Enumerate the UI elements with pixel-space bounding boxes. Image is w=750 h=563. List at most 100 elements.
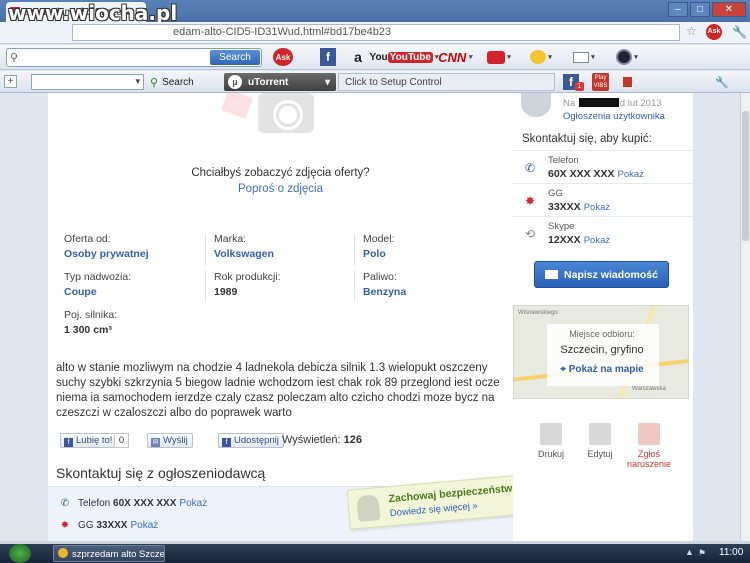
youtube-icon[interactable]: You YouTube ▾ — [370, 48, 438, 66]
weather-icon[interactable]: ▾ — [528, 48, 554, 66]
wrench-icon[interactable]: 🔧 — [715, 76, 729, 89]
minimize-icon[interactable]: – — [668, 2, 688, 17]
utorrent-menu[interactable]: µ uTorrent ▾ — [224, 73, 336, 91]
user-ads-link[interactable]: Ogłoszenia użytkownika — [563, 111, 665, 122]
photo-question: Chciałbyś zobaczyć zdjęcia oferty? — [191, 167, 370, 179]
show-skype-link[interactable]: Pokaż — [584, 235, 610, 246]
chevron-down-icon: ▾ — [324, 76, 330, 88]
param-value: 1 300 cm³ — [64, 324, 112, 336]
maximize-icon[interactable]: □ — [690, 2, 710, 17]
like-count: 0 — [114, 433, 129, 448]
play-vibs-icon[interactable]: Play VIBS — [592, 73, 609, 91]
printer-icon — [540, 423, 562, 445]
params-row: Oferta od: Osoby prywatnej Marka: Volksw… — [56, 233, 508, 265]
ask-search-input[interactable] — [7, 49, 207, 66]
param-make: Marka: Volkswagen — [205, 233, 345, 265]
browser-tab-strip: szprzedam alto Szczecin • To www.wiocha.… — [0, 0, 750, 25]
ask-search-box: ⚲ Search — [6, 48, 262, 67]
taskbar-chrome-item[interactable]: szprzedam alto Szczec... — [53, 545, 165, 562]
toolbar-search-select[interactable] — [31, 74, 144, 90]
facebook-icon: f — [222, 438, 231, 447]
sidebar-phone-row: ✆ Telefon 60X XXX XXX Pokaż — [513, 150, 693, 183]
action-center-icon[interactable]: ⚑ — [698, 548, 706, 559]
seller-since: Na d lut 2013 — [563, 98, 662, 109]
chrome-icon — [58, 548, 68, 558]
write-message-button[interactable]: Napisz wiadomość — [534, 261, 669, 288]
toolbar-search-button[interactable]: ⚲ Search — [150, 74, 200, 90]
notification-badge: 1 — [575, 82, 584, 91]
ask-extension-icon[interactable]: Ask — [706, 24, 722, 40]
address-bar-row: edam-alto-CID5-ID31Wud.html#bd17be4b23 — [0, 22, 750, 44]
camera-icon — [258, 93, 314, 133]
no-photo-badge — [221, 93, 253, 119]
window-controls: – □ ✕ — [668, 2, 746, 17]
add-toolbar-icon[interactable]: + — [4, 75, 17, 88]
param-model: Model: Polo — [354, 233, 494, 265]
flag-icon — [638, 423, 660, 445]
contact-gg-row: ✸ GG 33XXX Pokaż — [58, 520, 158, 531]
amazon-icon[interactable]: a — [351, 48, 365, 66]
show-map-link[interactable]: ⌖ Pokaż na mapie — [514, 364, 688, 375]
show-gg-link[interactable]: Pokaż — [130, 520, 158, 531]
map-pin-icon: ⌖ — [560, 364, 569, 375]
param-value-link[interactable]: Volkswagen — [214, 246, 345, 262]
param-value-link[interactable]: Benzyna — [363, 284, 494, 300]
bookmark-star-icon[interactable]: ☆ — [686, 24, 697, 38]
phone-icon: ✆ — [60, 498, 70, 509]
gift-icon[interactable] — [621, 75, 634, 89]
show-phone-link[interactable]: Pokaż — [179, 498, 207, 509]
games-icon[interactable]: ▾ — [485, 48, 513, 66]
report-action[interactable]: Zgłoś naruszenie — [624, 423, 674, 469]
close-icon[interactable]: ✕ — [712, 2, 746, 17]
share-button[interactable]: f Udostępnij — [218, 433, 284, 448]
ask-search-button[interactable]: Search — [210, 50, 260, 65]
param-value-link[interactable]: Polo — [363, 246, 494, 262]
mail-icon: ✉ — [151, 438, 160, 447]
like-button[interactable]: f Lubię to! — [60, 433, 118, 448]
edit-icon — [589, 423, 611, 445]
map-street-label: Wiśniewskiego — [518, 310, 558, 316]
sidebar-skype-row: ⟲ Skype 12XXX Pokaż — [513, 216, 693, 249]
pickup-label: Miejsce odbioru: — [569, 329, 635, 339]
phone-icon: ✆ — [525, 161, 536, 175]
vertical-scrollbar[interactable] — [740, 93, 750, 541]
param-engine: Poj. silnika: 1 300 cm³ — [56, 309, 196, 341]
sidebar-contact-title: Skontaktuj się, aby kupić: — [522, 133, 652, 145]
facebook-icon[interactable]: f — [320, 48, 336, 66]
views-counter: Wyświetleń: 126 — [282, 434, 362, 446]
social-bar: f Lubię to! 0 ✉ Wyślij f Udostępnij Wyświet… — [60, 433, 510, 450]
param-value-link[interactable]: Osoby prywatnej — [64, 246, 196, 262]
start-button[interactable] — [9, 544, 31, 563]
params-row: Poj. silnika: 1 300 cm³ — [56, 309, 508, 341]
secondary-toolbar: + ⚲Search µuTorrent▾ Click to Setup Cont… — [0, 71, 750, 93]
listing-main: Chciałbyś zobaczyć zdjęcia oferty? Popro… — [48, 93, 552, 541]
send-button[interactable]: ✉ Wyślij — [147, 433, 193, 448]
print-action[interactable]: Drukuj — [526, 423, 576, 459]
cnn-icon[interactable]: CNN ▾ — [437, 48, 473, 66]
mail-icon[interactable]: ▾ — [570, 48, 598, 66]
show-gg-link[interactable]: Pokaż — [584, 202, 610, 213]
listing-description: alto w stanie mozliwym na chodzie 4 ladn… — [56, 362, 500, 419]
utorrent-setup-field[interactable]: Click to Setup Control — [338, 73, 555, 91]
pickup-location: Szczecin, gryfino — [560, 344, 644, 356]
sidebar-gg-row: ✸ GG 33XXX Pokaż — [513, 183, 693, 216]
ask-icon[interactable]: Ask — [273, 48, 293, 66]
request-photos-link[interactable]: Poproś o zdjęcia — [48, 183, 513, 195]
taskbar: szprzedam alto Szczec... ▲ ⚑ 11:00 — [0, 544, 750, 563]
skype-icon: ⟲ — [525, 227, 536, 241]
contact-heading: Skontaktuj się z ogłoszeniodawcą — [56, 465, 266, 481]
param-value-link[interactable]: Coupe — [64, 284, 196, 300]
gg-icon: ✸ — [60, 520, 70, 531]
radio-icon[interactable]: ▾ — [612, 48, 642, 66]
tray-expand-icon[interactable]: ▲ — [685, 547, 694, 557]
address-bar[interactable]: edam-alto-CID5-ID31Wud.html#bd17be4b23 — [72, 24, 680, 41]
params-row: Typ nadwozia: Coupe Rok produkcji: 1989 … — [56, 271, 508, 303]
facebook-icon: f — [64, 438, 73, 447]
edit-action[interactable]: Edytuj — [575, 423, 625, 459]
seller-sidebar: Na d lut 2013 Ogłoszenia użytkownika Sko… — [513, 93, 693, 541]
show-phone-link[interactable]: Pokaż — [618, 169, 644, 180]
search-icon: ⚲ — [150, 76, 159, 89]
location-map[interactable]: Wiśniewskiego Warszawska Miejsce odbioru… — [513, 305, 689, 399]
wrench-icon[interactable]: 🔧 — [732, 25, 747, 39]
scrollbar-thumb[interactable] — [742, 111, 749, 241]
